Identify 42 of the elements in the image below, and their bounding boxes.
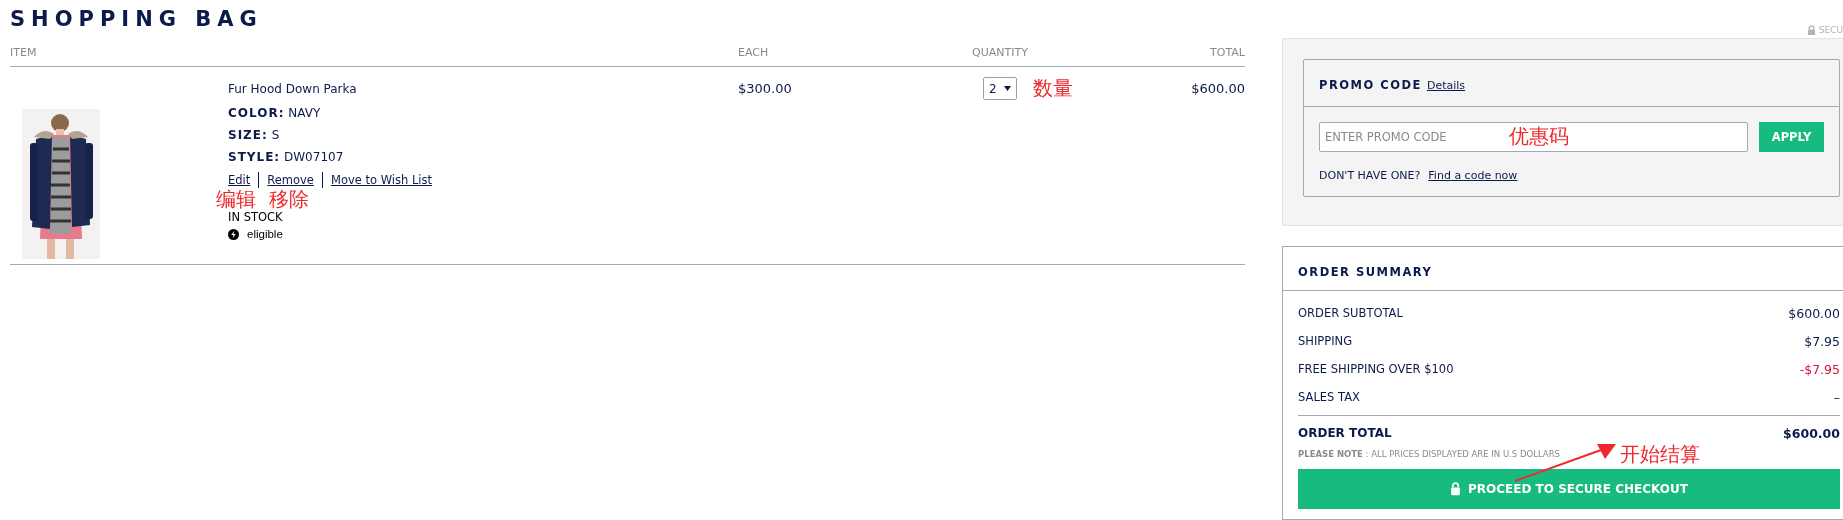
column-header: QUANTITY	[972, 46, 1028, 59]
product-name: Fur Hood Down Parka	[228, 82, 357, 96]
promo-title: PROMO CODE	[1319, 78, 1422, 92]
summary-label: ORDER SUBTOTAL	[1298, 306, 1403, 320]
annotation-text: 编辑 移除	[216, 188, 309, 210]
summary-value: $7.95	[1804, 333, 1840, 349]
summary-label: FREE SHIPPING OVER $100	[1298, 362, 1454, 376]
summary-value: -$7.95	[1799, 361, 1840, 377]
annotation-text: 开始结算	[1619, 443, 1700, 465]
lock-icon	[1806, 24, 1816, 36]
find-code-link[interactable]: Find a code now	[1428, 169, 1518, 182]
promo-prompt: DON'T HAVE ONE?	[1319, 169, 1421, 182]
details-link[interactable]: Details	[1426, 79, 1466, 92]
secure-label: SECU	[1818, 25, 1843, 35]
product-attribute: STYLE: DW07107	[228, 150, 344, 164]
summary-label: SALES TAX	[1298, 390, 1360, 404]
product-attribute: COLOR: NAVY	[228, 106, 321, 120]
quantity-select[interactable]: 2	[983, 77, 1017, 100]
stock-status: IN STOCK	[228, 210, 283, 224]
bolt-badge-icon	[228, 228, 239, 240]
caret-icon	[1004, 86, 1011, 91]
annotation-text: 数量	[1033, 77, 1073, 99]
order-total: $600.00	[1783, 426, 1840, 441]
action-link[interactable]: Move to Wish List	[321, 172, 440, 188]
unit-price: $300.00	[738, 81, 793, 96]
eligible-label: eligible	[247, 228, 283, 240]
column-header: ITEM	[10, 46, 37, 59]
summary-value: $600.00	[1788, 305, 1840, 321]
summary-label: SHIPPING	[1298, 334, 1353, 348]
action-link[interactable]: Remove	[258, 172, 322, 188]
summary-title: ORDER SUMMARY	[1298, 265, 1433, 279]
page-title: SHOPPING BAG	[10, 6, 263, 32]
line-total: $600.00	[1191, 81, 1245, 96]
column-header: EACH	[738, 46, 769, 59]
action-link[interactable]: Edit	[228, 172, 259, 188]
column-header: TOTAL	[1210, 46, 1245, 59]
total-label: ORDER TOTAL	[1298, 426, 1392, 441]
product-attribute: SIZE: S	[228, 128, 280, 142]
summary-value: –	[1833, 389, 1840, 405]
currency-note: PLEASE NOTE : ALL PRICES DISPLAYED ARE IN U.S DOLLARS	[1298, 449, 1560, 459]
lock-icon	[1450, 482, 1462, 496]
annotation-text: 优惠码	[1509, 125, 1569, 147]
